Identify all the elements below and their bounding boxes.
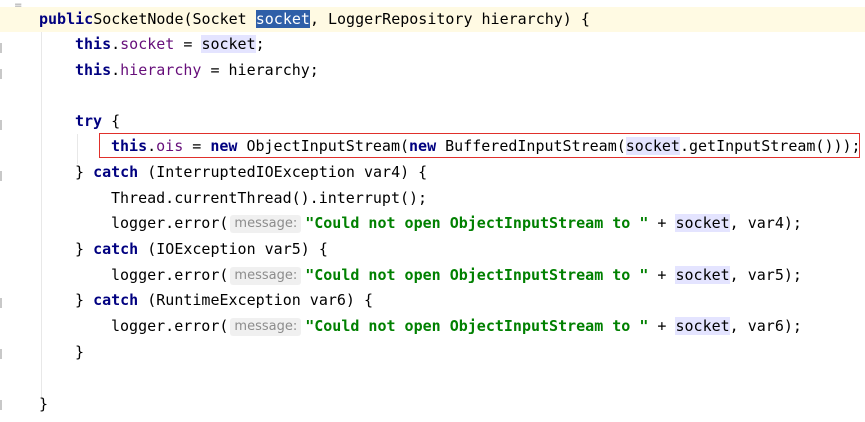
code-line[interactable]: this.hierarchy = hierarchy;	[75, 58, 319, 83]
code-token[interactable]: }	[75, 240, 93, 258]
code-token[interactable]: = hierarchy;	[201, 61, 318, 79]
code-token[interactable]: , var4);	[730, 214, 802, 232]
code-token[interactable]: , var5);	[730, 266, 802, 284]
code-token[interactable]: +	[648, 214, 675, 232]
code-line[interactable]: }	[75, 340, 84, 365]
gutter-mark	[0, 43, 2, 53]
code-line[interactable]: this.socket = socket;	[75, 32, 265, 57]
code-token[interactable]: logger.error(	[111, 214, 228, 232]
keyword-token[interactable]: public	[39, 10, 93, 28]
code-token[interactable]: }	[75, 291, 93, 309]
field-token[interactable]: hierarchy	[120, 61, 201, 79]
code-token[interactable]: +	[648, 266, 675, 284]
code-line[interactable]: Thread.currentThread().interrupt();	[111, 186, 427, 211]
code-line[interactable]: } catch (IOException var5) {	[75, 237, 328, 262]
code-token[interactable]: {	[102, 112, 120, 130]
code-token[interactable]: }	[75, 343, 84, 361]
code-line[interactable]: } catch (InterruptedIOException var4) {	[75, 160, 427, 185]
string-literal[interactable]: "Could not open ObjectInputStream to "	[305, 266, 648, 284]
code-token[interactable]: (IOException var5) {	[138, 240, 328, 258]
field-token[interactable]: socket	[120, 35, 174, 53]
code-token[interactable]: , var6);	[730, 317, 802, 335]
code-token[interactable]: (InterruptedIOException var4) {	[138, 163, 427, 181]
gutter-mark	[0, 400, 2, 410]
string-literal[interactable]: "Could not open ObjectInputStream to "	[305, 317, 648, 335]
code-token[interactable]: Thread.currentThread().interrupt();	[111, 189, 427, 207]
code-token[interactable]: ;	[256, 35, 265, 53]
code-token[interactable]: SocketNode(Socket	[93, 10, 256, 28]
code-line[interactable]: logger.error(message: "Could not open Obj…	[111, 314, 802, 339]
code-line[interactable]: logger.error(message: "Could not open Obj…	[111, 211, 802, 236]
socket-usage-highlight[interactable]: socket	[201, 35, 256, 53]
gutter-mark	[0, 171, 2, 181]
highlight-annotation-box	[99, 133, 860, 158]
gutter-mark	[0, 298, 2, 308]
code-token[interactable]: }	[75, 163, 93, 181]
code-line[interactable]: publicSocketNode(Socket socket, LoggerRe…	[0, 7, 865, 32]
gutter-mark	[0, 120, 2, 130]
code-token[interactable]: =	[174, 35, 201, 53]
code-token[interactable]: .	[111, 61, 120, 79]
code-line[interactable]: try {	[75, 109, 120, 134]
indent-guide	[41, 32, 42, 400]
keyword-token[interactable]: try	[75, 112, 102, 130]
editor-gutter[interactable]: =	[0, 0, 22, 422]
code-token[interactable]: .	[111, 35, 120, 53]
code-token[interactable]: (RuntimeException var6) {	[138, 291, 373, 309]
code-token[interactable]: +	[648, 317, 675, 335]
code-line[interactable]: } catch (RuntimeException var6) {	[75, 288, 373, 313]
keyword-token[interactable]: catch	[93, 163, 138, 181]
code-token[interactable]: logger.error(	[111, 317, 228, 335]
code-line[interactable]: }	[39, 392, 48, 417]
keyword-token[interactable]: this	[75, 35, 111, 53]
keyword-token[interactable]: catch	[93, 240, 138, 258]
string-literal[interactable]: "Could not open ObjectInputStream to "	[305, 214, 648, 232]
code-line[interactable]: logger.error(message: "Could not open Obj…	[111, 263, 802, 288]
socket-usage-highlight[interactable]: socket	[675, 214, 730, 232]
parameter-hint: message:	[230, 267, 302, 285]
keyword-token[interactable]: this	[75, 61, 111, 79]
keyword-token[interactable]: catch	[93, 291, 138, 309]
code-token[interactable]: }	[39, 395, 48, 413]
selected-identifier[interactable]: socket	[255, 10, 310, 28]
parameter-hint: message:	[230, 215, 302, 233]
code-token[interactable]: , LoggerRepository hierarchy) {	[310, 10, 590, 28]
gutter-mark	[0, 69, 2, 79]
socket-usage-highlight[interactable]: socket	[675, 266, 730, 284]
code-token[interactable]: logger.error(	[111, 266, 228, 284]
gutter-mark	[0, 349, 2, 359]
parameter-hint: message:	[230, 318, 302, 336]
socket-usage-highlight[interactable]: socket	[675, 317, 730, 335]
